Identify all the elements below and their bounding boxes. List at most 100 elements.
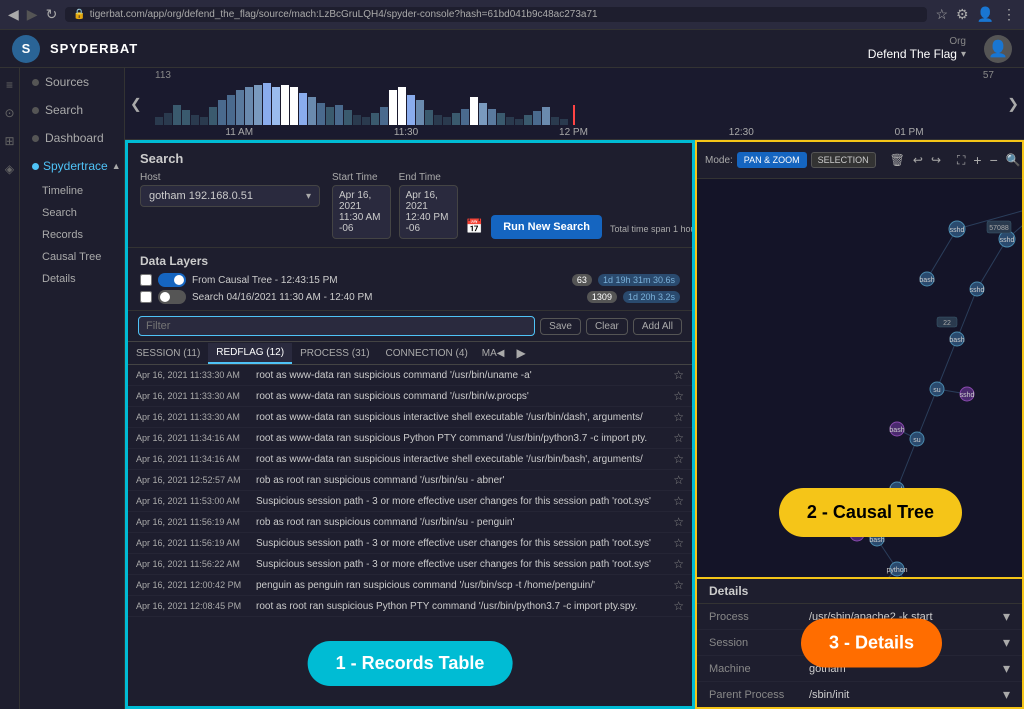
host-select[interactable]: gotham 192.168.0.51 ▾ xyxy=(140,185,320,207)
table-row[interactable]: Apr 16, 2021 11:34:16 AM root as www-dat… xyxy=(128,428,692,449)
settings-icon[interactable]: ⚙ xyxy=(956,6,969,23)
row-star[interactable]: ☆ xyxy=(673,599,684,613)
url-bar[interactable]: 🔒 tigerbat.com/app/org/defend_the_flag/s… xyxy=(65,7,927,22)
tab-connection[interactable]: CONNECTION (4) xyxy=(378,344,476,363)
tab-session[interactable]: SESSION (11) xyxy=(128,344,208,363)
nav-item-sources[interactable]: Sources xyxy=(20,68,124,96)
run-search-button[interactable]: Run New Search xyxy=(491,215,602,239)
delete-button[interactable]: 🗑 xyxy=(888,152,907,168)
table-row[interactable]: Apr 16, 2021 12:00:42 PM penguin as peng… xyxy=(128,575,692,596)
timeline-top-right: 57 xyxy=(983,70,994,81)
timeline-label-1pm: 01 PM xyxy=(895,127,924,138)
row-star[interactable]: ☆ xyxy=(673,410,684,424)
row-star[interactable]: ☆ xyxy=(673,494,684,508)
details-header: Details xyxy=(697,579,1022,604)
table-row[interactable]: Apr 16, 2021 11:56:22 AM Suspicious sess… xyxy=(128,554,692,575)
layer2-toggle[interactable] xyxy=(158,290,186,304)
tab-process[interactable]: PROCESS (31) xyxy=(292,344,377,363)
sidebar-menu-icon[interactable]: ≡ xyxy=(6,78,13,92)
timeline-nav-right[interactable]: ❯ xyxy=(1007,95,1019,112)
table-row[interactable]: Apr 16, 2021 11:53:00 AM Suspicious sess… xyxy=(128,491,692,512)
nav-item-search[interactable]: Search xyxy=(20,96,124,124)
details-expand-process[interactable]: ▾ xyxy=(1003,608,1010,625)
row-star[interactable]: ☆ xyxy=(673,515,684,529)
back-btn[interactable]: ◀ xyxy=(8,6,19,23)
refresh-btn[interactable]: ↻ xyxy=(46,6,58,23)
nav-item-dashboard[interactable]: Dashboard xyxy=(20,124,124,152)
details-row-parent[interactable]: Parent Process /sbin/init ▾ xyxy=(697,682,1022,707)
table-row[interactable]: Apr 16, 2021 11:56:19 AM rob as root ran… xyxy=(128,512,692,533)
timeline-label-1130: 11:30 xyxy=(394,127,418,138)
tab-arrow[interactable]: ▶ xyxy=(510,342,531,364)
row-star[interactable]: ☆ xyxy=(673,578,684,592)
org-selector[interactable]: Defend The Flag ▾ xyxy=(868,47,966,61)
menu-icon[interactable]: ⋮ xyxy=(1002,6,1016,23)
details-row-process[interactable]: Process /usr/sbin/apache2 -k start ▾ xyxy=(697,604,1022,630)
table-row[interactable]: Apr 16, 2021 11:34:16 AM root as www-dat… xyxy=(128,449,692,470)
details-expand-session[interactable]: ▾ xyxy=(1003,634,1010,651)
timeline-labels: 11 AM 11:30 12 PM 12:30 01 PM xyxy=(125,125,1024,140)
timeline-nav-left[interactable]: ❮ xyxy=(130,95,142,112)
causal-tree-overlay: 2 - Causal Tree xyxy=(779,488,962,537)
nav-sub-item-causal-tree[interactable]: Causal Tree xyxy=(20,246,124,268)
sidebar-dot-icon[interactable]: ⊙ xyxy=(4,106,14,120)
details-expand-parent[interactable]: ▾ xyxy=(1003,686,1010,703)
nav-item-spydertrace[interactable]: Spydertrace ▲ xyxy=(20,152,124,180)
tab-redflag[interactable]: REDFLAG (12) xyxy=(208,343,292,364)
svg-text:sshd: sshd xyxy=(950,227,965,234)
fit-button[interactable]: ⛶ xyxy=(955,152,967,169)
sidebar-shape-icon[interactable]: ◈ xyxy=(5,162,14,176)
row-star[interactable]: ☆ xyxy=(673,368,684,382)
causal-tree-area[interactable]: gotham sshd sshd apache2 python xyxy=(697,179,1022,577)
table-row[interactable]: Apr 16, 2021 12:08:45 PM root as root ra… xyxy=(128,596,692,617)
details-expand-machine[interactable]: ▾ xyxy=(1003,660,1010,677)
layer2-checkbox[interactable] xyxy=(140,291,152,303)
nav-sub-item-records[interactable]: Records xyxy=(20,224,124,246)
row-star[interactable]: ☆ xyxy=(673,452,684,466)
row-text: root as www-data ran suspicious interact… xyxy=(256,454,668,465)
nav-sub-item-search2[interactable]: Search xyxy=(20,202,124,224)
table-row[interactable]: Apr 16, 2021 11:56:19 AM Suspicious sess… xyxy=(128,533,692,554)
table-row[interactable]: Apr 16, 2021 11:33:30 AM root as www-dat… xyxy=(128,365,692,386)
table-row[interactable]: Apr 16, 2021 11:33:30 AM root as www-dat… xyxy=(128,407,692,428)
add-all-button[interactable]: Add All xyxy=(633,318,682,335)
layer1-toggle[interactable] xyxy=(158,273,186,287)
row-time: Apr 16, 2021 12:08:45 PM xyxy=(136,601,251,611)
layer2-text: Search 04/16/2021 11:30 AM - 12:40 PM xyxy=(192,292,581,303)
details-row-machine[interactable]: Machine gotham ▾ xyxy=(697,656,1022,682)
search-graph-button[interactable]: 🔍 xyxy=(1004,152,1022,168)
search-label: Search xyxy=(45,103,83,117)
details-row-session[interactable]: Session root - systemd ▾ xyxy=(697,630,1022,656)
table-row[interactable]: Apr 16, 2021 12:52:57 AM rob as root ran… xyxy=(128,470,692,491)
tab-mac[interactable]: MA◀ xyxy=(476,344,511,363)
end-time-field[interactable]: Apr 16, 2021 12:40 PM -06 xyxy=(399,185,458,239)
filter-input[interactable] xyxy=(138,316,535,336)
clear-button[interactable]: Clear xyxy=(586,318,628,335)
row-star[interactable]: ☆ xyxy=(673,431,684,445)
row-star[interactable]: ☆ xyxy=(673,536,684,550)
undo-button[interactable]: ↩ xyxy=(911,152,925,168)
row-time: Apr 16, 2021 11:34:16 AM xyxy=(136,454,251,464)
details-val-machine: gotham xyxy=(809,663,1003,675)
sidebar-grid-icon[interactable]: ⊞ xyxy=(4,134,14,148)
nav-sub-item-timeline[interactable]: Timeline xyxy=(20,180,124,202)
forward-btn[interactable]: ▶ xyxy=(27,6,38,23)
user-avatar[interactable]: 👤 xyxy=(984,35,1012,63)
star-icon[interactable]: ☆ xyxy=(935,6,948,23)
save-button[interactable]: Save xyxy=(540,318,581,335)
row-star[interactable]: ☆ xyxy=(673,557,684,571)
table-row[interactable]: Apr 16, 2021 11:33:30 AM root as www-dat… xyxy=(128,386,692,407)
redo-button[interactable]: ↪ xyxy=(929,152,943,168)
zoom-in-button[interactable]: + xyxy=(971,151,983,169)
pan-zoom-button[interactable]: PAN & ZOOM xyxy=(737,152,807,168)
zoom-out-button[interactable]: − xyxy=(988,151,1000,169)
selection-button[interactable]: SELECTION xyxy=(811,152,876,168)
calendar-icon[interactable]: 📅 xyxy=(466,218,483,235)
row-star[interactable]: ☆ xyxy=(673,473,684,487)
start-time-field[interactable]: Apr 16, 2021 11:30 AM -06 xyxy=(332,185,391,239)
user-icon[interactable]: 👤 xyxy=(977,6,994,23)
layer1-checkbox[interactable] xyxy=(140,274,152,286)
row-star[interactable]: ☆ xyxy=(673,389,684,403)
nav-sub-item-details[interactable]: Details xyxy=(20,268,124,290)
details-key-process: Process xyxy=(709,611,809,623)
